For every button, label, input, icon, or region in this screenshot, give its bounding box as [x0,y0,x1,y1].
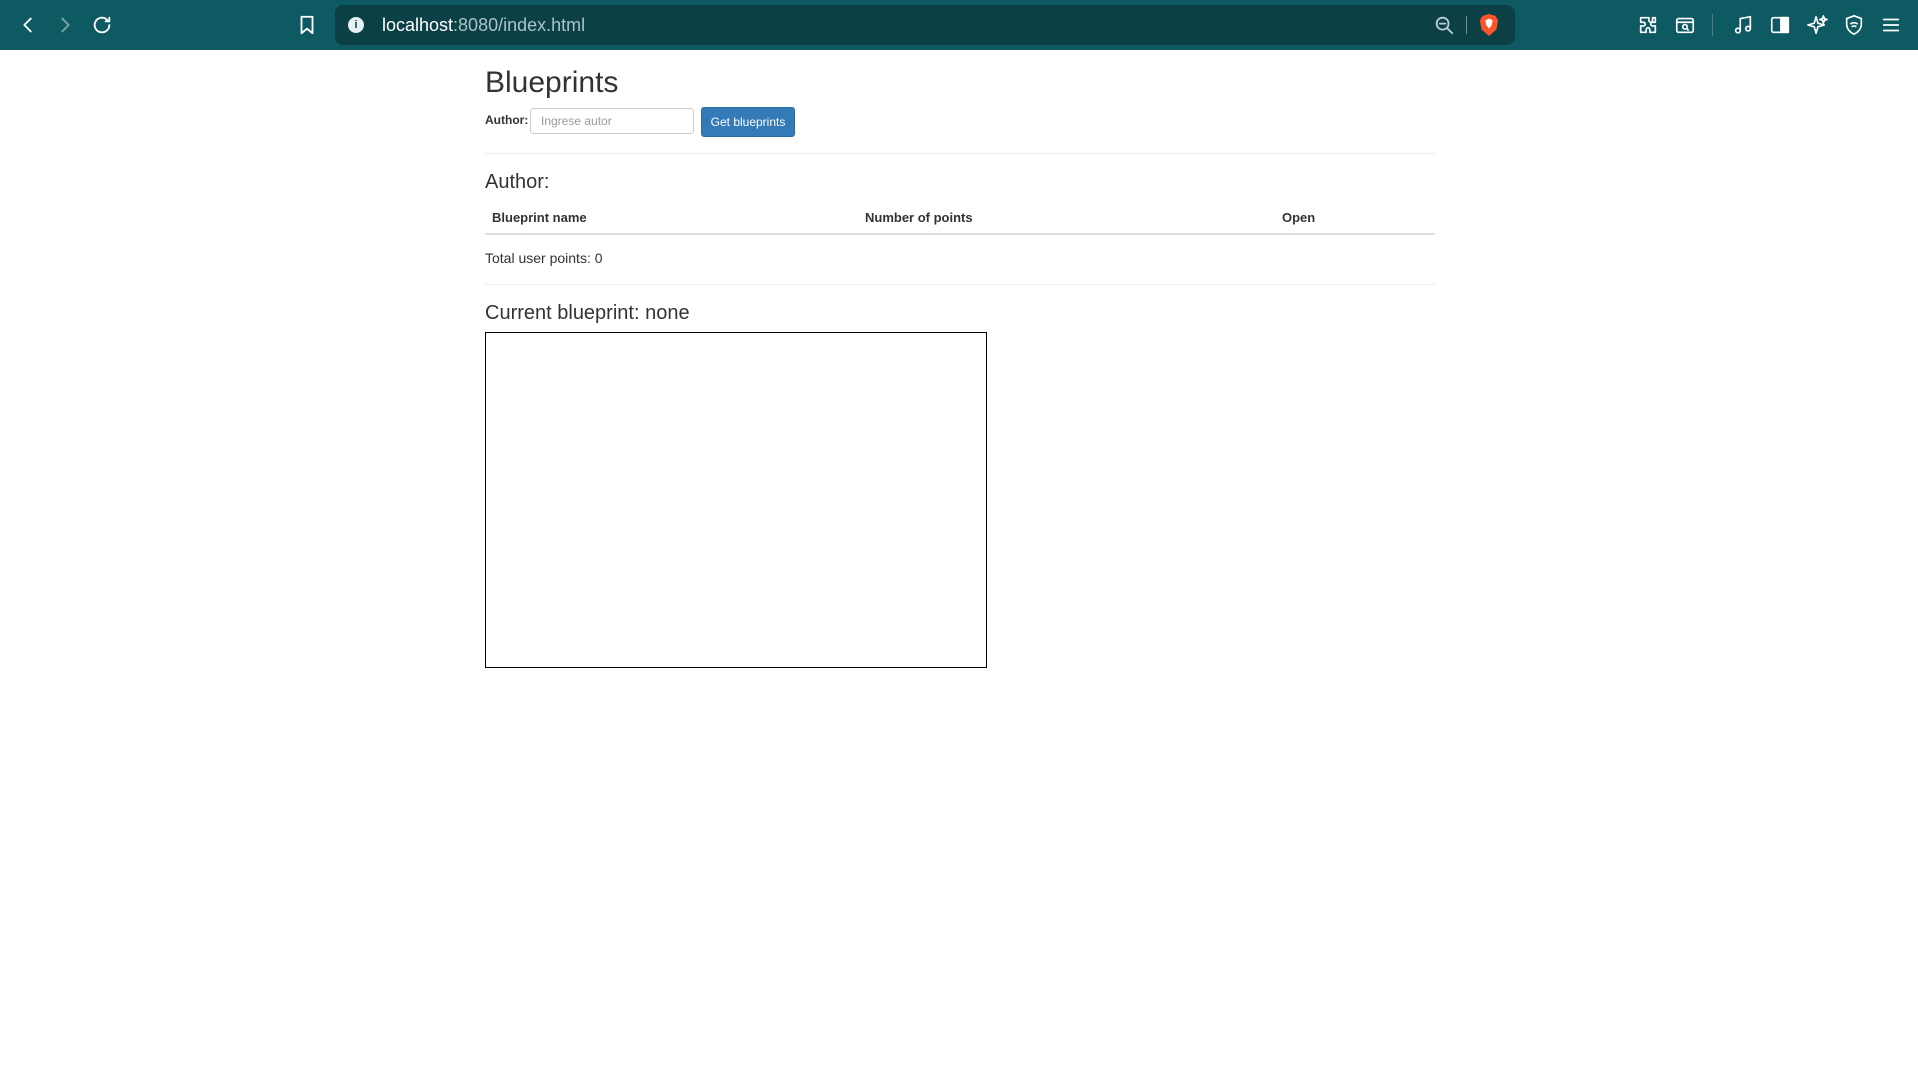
total-user-points: Total user points: 0 [485,250,603,266]
forward-icon [61,17,70,33]
brave-shield-icon[interactable] [1478,13,1500,37]
author-input[interactable] [530,108,694,134]
author-label: Author: [485,113,529,127]
column-header-number-of-points: Number of points [865,210,973,225]
screenshot-button[interactable] [1669,9,1701,41]
page-title: Blueprints [485,66,619,99]
site-info-icon[interactable]: i [348,17,364,33]
media-button[interactable] [1727,9,1759,41]
author-heading: Author: [485,171,550,193]
media-icon [1734,15,1752,34]
vpn-button[interactable] [1838,9,1870,41]
bookmark-button[interactable] [291,9,323,41]
divider [485,284,1435,285]
bookmark-icon [300,15,314,35]
vpn-icon [1845,15,1863,35]
reload-icon [93,16,111,34]
url-divider [1466,16,1467,34]
divider [485,153,1435,154]
column-header-open: Open [1282,210,1316,225]
menu-icon [1882,18,1900,32]
address-bar[interactable]: i localhost:8080/index.html [335,5,1515,45]
table-header-border [485,233,1435,235]
sidebar-button[interactable] [1764,9,1796,41]
toolbar-divider [1712,14,1713,36]
zoom-icon[interactable] [1433,14,1455,36]
column-header-blueprint-name: Blueprint name [492,210,587,225]
get-blueprints-button[interactable]: Get blueprints [701,107,795,137]
sidebar-icon [1770,16,1790,34]
back-icon [23,17,32,33]
url-path: :8080/index.html [453,15,586,35]
extensions-icon [1639,16,1657,34]
screenshot-icon [1675,17,1695,34]
blueprint-canvas[interactable] [485,332,987,668]
url-host: localhost [382,15,454,35]
reload-button[interactable] [86,9,118,41]
back-button[interactable] [12,9,44,41]
leo-ai-button[interactable] [1801,9,1833,41]
url-text[interactable]: localhost:8080/index.html [382,15,585,36]
leo-ai-icon [1807,15,1828,35]
menu-button[interactable] [1875,9,1907,41]
current-blueprint-heading: Current blueprint: none [485,302,690,324]
forward-button[interactable] [49,9,81,41]
browser-toolbar: i localhost:8080/index.html [0,0,1918,50]
extensions-button[interactable] [1632,9,1664,41]
